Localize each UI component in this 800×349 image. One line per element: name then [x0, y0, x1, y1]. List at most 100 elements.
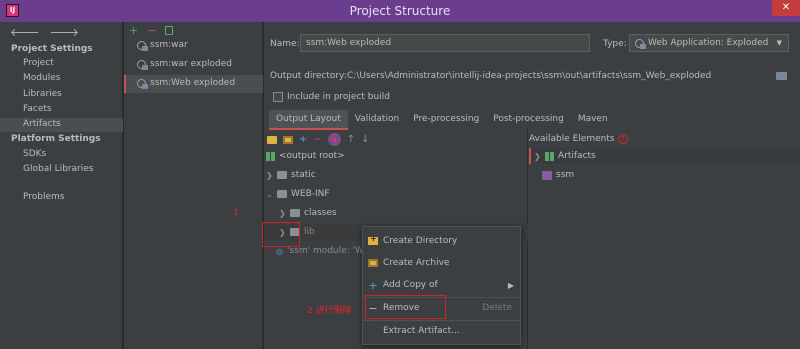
- copy-icon[interactable]: [165, 26, 174, 35]
- left-nav: 🡐 🡒 Project Settings Project Modules Lib…: [0, 22, 123, 349]
- chevron-right-icon[interactable]: ❯: [534, 152, 541, 161]
- tab-pre-processing[interactable]: Pre-processing: [406, 110, 486, 130]
- create-archive-icon[interactable]: [283, 135, 293, 144]
- output-root-icon: [266, 151, 275, 161]
- tree-node-static[interactable]: ❯ static: [266, 170, 316, 180]
- nav-item-artifacts[interactable]: Artifacts: [23, 119, 61, 129]
- nav-item-global-libraries[interactable]: Global Libraries: [23, 164, 93, 174]
- nav-item-problems[interactable]: Problems: [23, 192, 64, 202]
- browse-folder-icon[interactable]: [776, 72, 787, 80]
- intellij-app-icon: IJ: [6, 4, 19, 17]
- war-artifact-icon: [137, 78, 148, 89]
- window-title: Project Structure: [349, 4, 451, 18]
- tree-node-module[interactable]: ◎ 'ssm' module: 'Web: [276, 246, 375, 256]
- module-icon: [542, 170, 552, 180]
- tree-node-label: classes: [304, 208, 337, 218]
- type-combo[interactable]: Web Application: Exploded ▼: [629, 34, 789, 52]
- tab-maven[interactable]: Maven: [571, 110, 615, 130]
- move-down-icon[interactable]: ↓: [361, 134, 369, 145]
- artifacts-toolbar: + −: [129, 24, 174, 37]
- sort-icon[interactable]: a: [327, 133, 341, 146]
- context-menu: Create Directory Create Archive + Add Co…: [362, 226, 521, 345]
- tab-output-layout[interactable]: Output Layout: [269, 110, 348, 130]
- chevron-right-icon[interactable]: ❯: [266, 171, 273, 180]
- nav-item-project[interactable]: Project: [23, 58, 54, 68]
- nav-item-facets[interactable]: Facets: [23, 104, 52, 114]
- chevron-right-icon[interactable]: ❯: [279, 209, 286, 218]
- tree-node-label: static: [291, 170, 316, 180]
- forward-arrow-icon[interactable]: 🡒: [50, 25, 80, 39]
- folder-icon: [277, 171, 287, 179]
- artifacts-icon: [545, 151, 554, 161]
- module-output-icon: ◎: [276, 246, 283, 256]
- include-in-build-label: Include in project build: [287, 92, 390, 102]
- submenu-arrow-icon: ▶: [507, 280, 514, 290]
- menu-item-create-archive[interactable]: Create Archive: [363, 252, 520, 274]
- available-ssm[interactable]: ssm: [542, 170, 574, 180]
- artifact-item-web-exploded[interactable]: ssm:Web exploded: [137, 78, 236, 89]
- menu-item-add-copy-of[interactable]: + Add Copy of ▶: [363, 274, 520, 296]
- chevron-down-icon: ▼: [776, 39, 782, 47]
- annotation-box-remove: [365, 295, 446, 319]
- project-settings-header: Project Settings: [11, 44, 93, 54]
- name-field[interactable]: ssm:Web exploded: [300, 34, 590, 52]
- menu-shortcut: Delete: [482, 303, 512, 313]
- nav-item-sdks[interactable]: SDKs: [23, 149, 46, 159]
- menu-item-extract-artifact[interactable]: Extract Artifact...: [363, 320, 520, 342]
- tab-post-processing[interactable]: Post-processing: [486, 110, 571, 130]
- available-label: ssm: [556, 170, 575, 180]
- tree-node-output-root[interactable]: <output root>: [266, 151, 345, 161]
- available-elements-header: Available Elements ?: [529, 134, 628, 144]
- layout-toolbar: + − a ↑ ↓: [267, 133, 370, 146]
- include-in-build-checkbox[interactable]: [273, 92, 283, 102]
- annotation-box-lib: [262, 222, 300, 247]
- menu-label: Create Archive: [383, 258, 450, 268]
- nav-selection-highlight: [0, 118, 123, 132]
- remove-icon[interactable]: −: [147, 24, 156, 37]
- artifact-label: ssm:Web exploded: [150, 78, 236, 88]
- chevron-down-icon[interactable]: ⌄: [266, 190, 273, 199]
- add-icon[interactable]: +: [129, 24, 138, 37]
- tab-validation[interactable]: Validation: [348, 110, 406, 130]
- available-label: Artifacts: [558, 151, 596, 161]
- create-directory-icon[interactable]: [267, 135, 277, 144]
- layout-tabs: Output Layout Validation Pre-processing …: [269, 110, 615, 130]
- nav-arrows: 🡐 🡒: [10, 25, 79, 39]
- archive-icon: [363, 259, 383, 267]
- artifact-label: ssm:war exploded: [150, 59, 233, 69]
- close-button[interactable]: ✕: [772, 0, 800, 16]
- help-icon[interactable]: ?: [617, 134, 628, 144]
- available-elements-label: Available Elements: [529, 134, 615, 144]
- title-bar: IJ Project Structure ✕: [0, 0, 800, 22]
- nav-item-libraries[interactable]: Libraries: [23, 89, 62, 99]
- nav-item-modules[interactable]: Modules: [23, 73, 60, 83]
- output-directory-value[interactable]: C:\Users\Administrator\intellij-idea-pro…: [347, 71, 711, 81]
- annotation-step-2: 2 进行删除: [307, 306, 352, 316]
- available-artifacts[interactable]: ❯ Artifacts: [534, 151, 596, 161]
- folder-icon: [277, 190, 287, 198]
- tree-node-web-inf[interactable]: ⌄ WEB-INF: [266, 189, 330, 199]
- output-directory-label: Output directory:: [270, 71, 347, 81]
- add-copy-icon[interactable]: +: [299, 134, 307, 145]
- war-artifact-icon: [137, 59, 148, 70]
- artifact-item-war-exploded[interactable]: ssm:war exploded: [137, 59, 233, 70]
- move-up-icon[interactable]: ↑: [347, 134, 355, 145]
- artifact-label: ssm:war: [150, 40, 188, 50]
- back-arrow-icon[interactable]: 🡐: [10, 25, 40, 39]
- war-artifact-icon: [137, 40, 148, 51]
- type-label: Type:: [603, 39, 627, 49]
- artifact-item-war[interactable]: ssm:war: [137, 40, 188, 51]
- name-label: Name:: [270, 39, 300, 49]
- tree-node-classes[interactable]: ❯ classes: [279, 208, 337, 218]
- menu-item-create-directory[interactable]: Create Directory: [363, 230, 520, 252]
- menu-label: Create Directory: [383, 236, 458, 246]
- menu-label: Extract Artifact...: [383, 326, 460, 336]
- type-value: Web Application: Exploded: [648, 38, 769, 48]
- web-app-icon: [635, 38, 646, 49]
- remove-element-icon[interactable]: −: [313, 134, 321, 145]
- tree-node-label: WEB-INF: [291, 189, 330, 199]
- plus-icon: +: [368, 278, 378, 292]
- folder-plus-icon: [363, 234, 383, 245]
- folder-icon: [290, 209, 300, 217]
- annotation-step-1: 1: [233, 208, 239, 218]
